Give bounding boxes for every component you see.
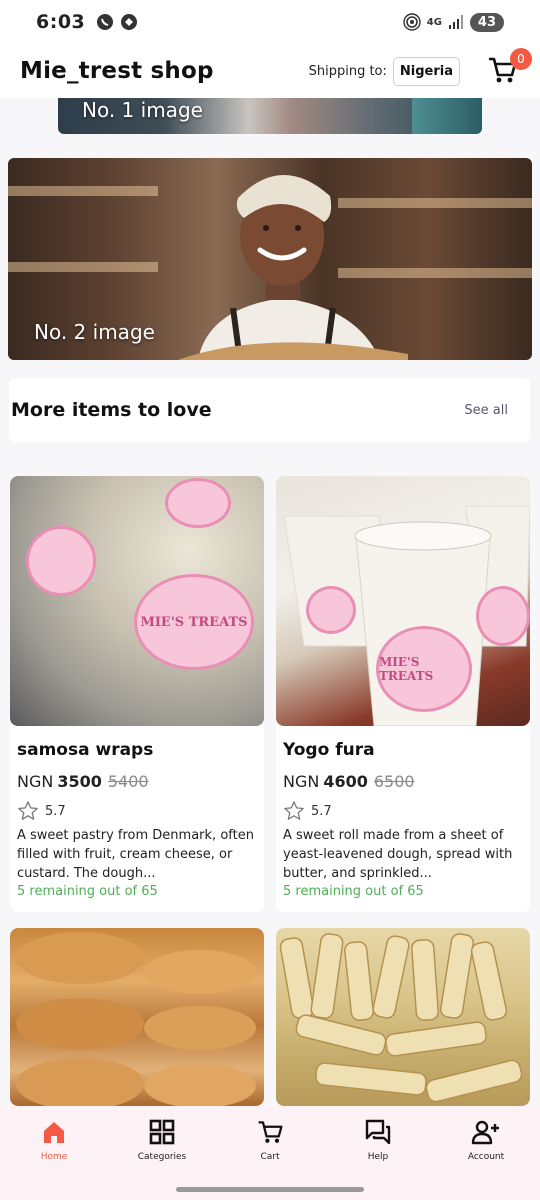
nav-home[interactable]: Home bbox=[14, 1118, 94, 1162]
status-right: 4G 43 bbox=[403, 12, 504, 32]
banner-1-label: No. 1 image bbox=[82, 98, 203, 122]
nav-label: Categories bbox=[137, 1152, 187, 1162]
help-icon bbox=[365, 1119, 391, 1145]
section-title: More items to love bbox=[11, 399, 212, 421]
product-image[interactable] bbox=[10, 928, 264, 1106]
nav-label: Home bbox=[40, 1152, 68, 1162]
product-card[interactable] bbox=[10, 928, 264, 1106]
promo-banner-2[interactable]: No. 2 image bbox=[8, 158, 532, 360]
product-card[interactable]: MIE'S TREATS Yogo fura NGN 4600 6500 5.7… bbox=[276, 476, 530, 912]
nav-label: Cart bbox=[260, 1152, 280, 1162]
price-row: NGN 3500 5400 bbox=[17, 772, 149, 791]
cart-icon bbox=[258, 1121, 283, 1143]
price: 3500 bbox=[57, 772, 102, 791]
product-card[interactable] bbox=[276, 928, 530, 1106]
section-header: More items to love See all bbox=[9, 378, 530, 442]
nav-categories[interactable]: Categories bbox=[122, 1118, 202, 1162]
categories-icon bbox=[149, 1119, 175, 1145]
rating-value: 5.7 bbox=[45, 803, 66, 819]
brand-sticker bbox=[306, 586, 356, 634]
nav-label: Help bbox=[367, 1152, 389, 1162]
banner-decoration bbox=[412, 98, 482, 134]
product-description: A sweet roll made from a sheet of yeast-… bbox=[283, 828, 513, 881]
status-bar: 6:03 4G 43 bbox=[0, 0, 540, 44]
whatsapp-icon bbox=[97, 14, 114, 30]
nav-help[interactable]: Help bbox=[338, 1118, 418, 1162]
home-icon bbox=[44, 1122, 64, 1143]
rolls-illustration bbox=[279, 933, 523, 1103]
star-icon[interactable] bbox=[283, 800, 305, 822]
nav-cart[interactable]: Cart bbox=[230, 1118, 310, 1162]
stock-status: 5 remaining out of 65 bbox=[17, 884, 158, 899]
cart-count-badge: 0 bbox=[510, 48, 532, 70]
old-price: 6500 bbox=[373, 772, 415, 791]
app-notification-icon bbox=[121, 14, 138, 30]
brand-sticker bbox=[165, 478, 231, 528]
status-time: 6:03 bbox=[36, 11, 86, 33]
currency: NGN bbox=[283, 772, 320, 791]
network-type: 4G bbox=[426, 16, 442, 28]
promo-banner-1[interactable]: No. 1 image bbox=[58, 98, 482, 134]
rating-row: 5.7 bbox=[283, 800, 332, 822]
product-card[interactable]: MIE'S TREATS samosa wraps NGN 3500 5400 … bbox=[10, 476, 264, 912]
rating-row: 5.7 bbox=[17, 800, 66, 822]
brand-sticker: MIE'S TREATS bbox=[376, 626, 472, 712]
hotspot-icon bbox=[403, 13, 421, 31]
shipping-selector: Shipping to: Nigeria bbox=[308, 56, 460, 86]
shipping-label: Shipping to: bbox=[308, 63, 387, 79]
old-price: 5400 bbox=[107, 772, 149, 791]
stock-status: 5 remaining out of 65 bbox=[283, 884, 424, 899]
brand-sticker bbox=[26, 526, 96, 596]
account-icon bbox=[471, 1120, 499, 1145]
price: 4600 bbox=[323, 772, 368, 791]
product-image[interactable] bbox=[276, 928, 530, 1106]
brand-sticker bbox=[476, 586, 530, 646]
header-cart-button[interactable]: 0 bbox=[486, 48, 532, 88]
sticker-text: MIE'S TREATS bbox=[140, 614, 248, 630]
sticker-text: MIE'S TREATS bbox=[379, 655, 434, 683]
currency: NGN bbox=[17, 772, 54, 791]
brand-sticker: MIE'S TREATS bbox=[134, 574, 254, 670]
buns-illustration bbox=[16, 932, 256, 1106]
battery-level: 43 bbox=[469, 12, 504, 32]
product-name: samosa wraps bbox=[17, 740, 154, 760]
home-indicator[interactable] bbox=[176, 1187, 364, 1192]
bottom-navigation: Home Categories Cart Help Account bbox=[0, 1106, 540, 1200]
rating-value: 5.7 bbox=[311, 803, 332, 819]
see-all-link[interactable]: See all bbox=[464, 403, 508, 418]
shop-title: Mie_trest shop bbox=[20, 58, 214, 84]
star-icon[interactable] bbox=[17, 800, 39, 822]
product-name: Yogo fura bbox=[283, 740, 375, 760]
product-image[interactable]: MIE'S TREATS bbox=[276, 476, 530, 726]
app-header: Mie_trest shop Shipping to: Nigeria 0 bbox=[0, 44, 540, 98]
product-description: A sweet pastry from Denmark, often fille… bbox=[17, 828, 254, 881]
price-row: NGN 4600 6500 bbox=[283, 772, 415, 791]
signal-icon bbox=[448, 15, 463, 29]
notification-icons bbox=[95, 12, 139, 32]
product-image[interactable]: MIE'S TREATS bbox=[10, 476, 264, 726]
nav-account[interactable]: Account bbox=[446, 1118, 526, 1162]
banner-2-label: No. 2 image bbox=[34, 320, 155, 344]
nav-label: Account bbox=[467, 1152, 505, 1162]
country-button[interactable]: Nigeria bbox=[392, 56, 460, 86]
